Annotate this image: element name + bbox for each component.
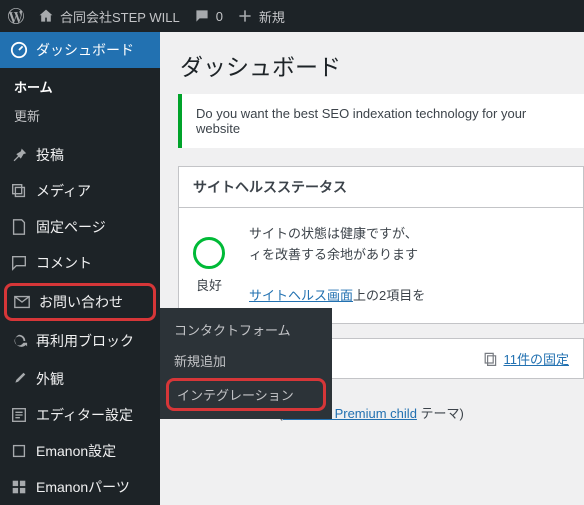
menu-label: 外観 — [36, 369, 64, 389]
menu-media[interactable]: メディア — [0, 173, 160, 209]
health-indicator-icon — [193, 237, 225, 269]
menu-posts[interactable]: 投稿 — [0, 137, 160, 173]
settings-icon — [10, 442, 28, 460]
comments-count[interactable]: 0 — [194, 8, 223, 24]
contact-flyout: コンタクトフォーム 新規追加 インテグレーション — [160, 308, 332, 419]
media-icon — [10, 182, 28, 200]
comment-icon — [194, 8, 210, 24]
content-area: ダッシュボード Do you want the best SEO indexat… — [160, 32, 584, 505]
menu-label: 再利用ブロック — [36, 331, 134, 351]
flyout-add-new[interactable]: 新規追加 — [160, 345, 332, 376]
new-label: 新規 — [259, 7, 285, 26]
flyout-integration[interactable]: インテグレーション — [169, 381, 323, 408]
menu-label: コメント — [36, 253, 92, 273]
panel-heading: サイトヘルスステータス — [179, 167, 583, 208]
comment-icon — [10, 254, 28, 272]
editor-icon — [10, 406, 28, 424]
seo-notice: Do you want the best SEO indexation tech… — [178, 94, 584, 148]
dashboard-submenu: ホーム 更新 — [0, 68, 160, 134]
parts-icon — [10, 478, 28, 496]
plus-icon — [237, 8, 253, 24]
highlight-contact: お問い合わせ — [4, 283, 156, 321]
menu-label: Emanonパーツ — [36, 477, 130, 497]
home-icon — [38, 8, 54, 24]
mail-icon — [13, 293, 31, 311]
brush-icon — [10, 370, 28, 388]
submenu-updates[interactable]: 更新 — [0, 101, 160, 130]
dashboard-icon — [10, 41, 28, 59]
page-title: ダッシュボード — [160, 32, 584, 94]
menu-comments[interactable]: コメント — [0, 245, 160, 281]
menu-emanon-settings[interactable]: Emanon設定 — [0, 433, 160, 469]
draft-link[interactable]: 11件の固定 — [504, 349, 570, 368]
site-health-panel: サイトヘルスステータス 良好 サイトの状態は健康ですが、 ィを改善する余地があり… — [178, 166, 584, 324]
flyout-contact-forms[interactable]: コンタクトフォーム — [160, 314, 332, 345]
menu-emanon-parts[interactable]: Emanonパーツ — [0, 469, 160, 505]
menu-editor-settings[interactable]: エディター設定 — [0, 397, 160, 433]
menu-pages[interactable]: 固定ページ — [0, 209, 160, 245]
menu-contact[interactable]: お問い合わせ — [7, 286, 153, 318]
menu-reusable[interactable]: 再利用ブロック — [0, 323, 160, 359]
site-health-link[interactable]: サイトヘルス画面 — [249, 288, 353, 303]
admin-sidebar: ダッシュボード ホーム 更新 投稿 メディア 固定ページ コメント お問い合わせ — [0, 32, 160, 505]
site-name-label: 合同会社STEP WILL — [60, 7, 180, 26]
menu-label: メディア — [36, 181, 91, 201]
menu-dashboard[interactable]: ダッシュボード — [0, 32, 160, 68]
menu-label: 投稿 — [36, 145, 64, 165]
menu-appearance[interactable]: 外観 — [0, 361, 160, 397]
recycle-icon — [10, 332, 28, 350]
comments-badge: 0 — [216, 9, 223, 24]
pin-icon — [10, 146, 28, 164]
page-icon — [10, 218, 28, 236]
menu-label: Emanon設定 — [36, 441, 116, 461]
site-name[interactable]: 合同会社STEP WILL — [38, 7, 180, 26]
submenu-home[interactable]: ホーム — [0, 72, 160, 101]
health-text: サイトの状態は健康ですが、 ィを改善する余地があります サイトヘルス画面上の2項… — [249, 224, 569, 307]
menu-label: エディター設定 — [36, 405, 133, 425]
new-button[interactable]: 新規 — [237, 7, 285, 26]
pages-stack-icon — [482, 351, 498, 367]
menu-label: 固定ページ — [36, 217, 106, 237]
menu-label: ダッシュボード — [36, 40, 134, 60]
health-status: 良好 — [196, 275, 222, 294]
wp-logo[interactable] — [8, 8, 24, 24]
highlight-integration: インテグレーション — [166, 378, 326, 411]
menu-label: お問い合わせ — [39, 292, 123, 312]
admin-bar: 合同会社STEP WILL 0 新規 — [0, 0, 584, 32]
